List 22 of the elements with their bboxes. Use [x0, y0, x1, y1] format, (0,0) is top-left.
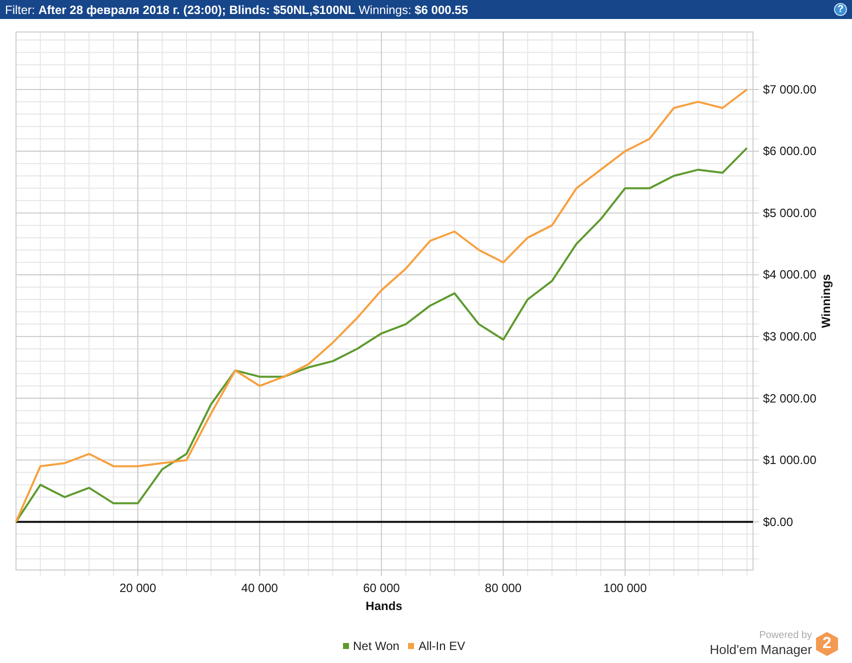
- y-axis-tick-label: $0.00: [763, 514, 794, 529]
- x-axis-tick-label: 20 000: [119, 581, 156, 595]
- y-axis-tick-label: $3 000.00: [763, 330, 816, 344]
- legend-label: Net Won: [353, 638, 400, 655]
- x-axis-title: Hands: [366, 599, 402, 613]
- y-axis-tick-label: $6 000.00: [763, 144, 816, 158]
- x-axis-tick-label: 80 000: [484, 581, 522, 595]
- x-axis-tick-label: 40 000: [241, 581, 278, 595]
- x-axis-tick-label: 100 000: [603, 581, 647, 595]
- logo-badge: 2: [816, 632, 838, 656]
- y-axis-tick-label: $4 000.00: [763, 268, 816, 282]
- y-axis-tick-label: $2 000.00: [763, 391, 816, 406]
- y-axis-tick-label: $1 000.00: [763, 453, 816, 468]
- x-axis-tick-label: 60 000: [363, 581, 400, 595]
- y-axis-tick-label: $5 000.00: [763, 206, 816, 220]
- help-button[interactable]: ?: [834, 3, 847, 16]
- y-axis-tick-label: $7 000.00: [763, 82, 816, 96]
- y-axis-title: Winnings: [819, 274, 833, 328]
- filter-text: Filter: After 28 февраля 2018 г. (23:00); Blinds: $50NL,$100NL Winnings: $6 000.55: [5, 2, 468, 18]
- product-name: Hold'em Manager: [710, 642, 812, 658]
- legend-label: All-In EV: [418, 638, 466, 655]
- powered-by-text: Powered by: [759, 630, 812, 642]
